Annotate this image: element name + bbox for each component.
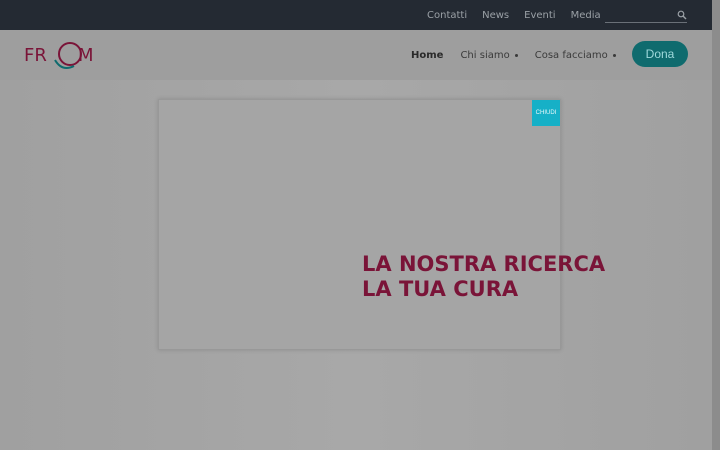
headline-line-1: LA NOSTRA RICERCA xyxy=(362,252,606,276)
nav-home[interactable]: Home xyxy=(411,50,443,61)
dropdown-dot-icon xyxy=(612,53,616,57)
top-link-news[interactable]: News xyxy=(482,10,509,21)
nav-chi-siamo[interactable]: Chi siamo xyxy=(460,49,518,61)
nav-chi-siamo-label: Chi siamo xyxy=(460,49,510,61)
popup-headline: LA NOSTRA RICERCA LA TUA CURA xyxy=(362,252,605,302)
close-button[interactable]: CHIUDI xyxy=(532,100,560,126)
search-input[interactable] xyxy=(605,13,675,27)
top-link-eventi[interactable]: Eventi xyxy=(524,10,555,21)
svg-text:FR: FR xyxy=(24,45,47,66)
scrollbar[interactable] xyxy=(712,0,720,450)
donate-button[interactable]: Dona xyxy=(632,41,688,67)
nav-home-label: Home xyxy=(411,49,444,61)
top-nav: Contatti News Eventi Media xyxy=(427,0,616,30)
top-link-contatti[interactable]: Contatti xyxy=(427,10,467,21)
from-logo[interactable]: FR M xyxy=(22,38,94,74)
svg-text:M: M xyxy=(78,45,94,66)
top-bar: Contatti News Eventi Media xyxy=(0,0,712,30)
headline-line-2: LA TUA CURA xyxy=(362,277,519,301)
main-nav: Home Chi siamo Cosa facciamo xyxy=(411,30,633,80)
search-box xyxy=(605,8,687,27)
popup-modal xyxy=(158,99,561,350)
nav-cosa-facciamo[interactable]: Cosa facciamo xyxy=(535,50,616,61)
top-link-media[interactable]: Media xyxy=(571,10,601,21)
nav-cosa-facciamo-label: Cosa facciamo xyxy=(534,49,608,61)
site-header: FR M Home Chi siamo Cosa facciamo Dona xyxy=(0,30,712,80)
dropdown-dot-icon xyxy=(514,53,518,57)
search-icon[interactable] xyxy=(677,10,687,20)
